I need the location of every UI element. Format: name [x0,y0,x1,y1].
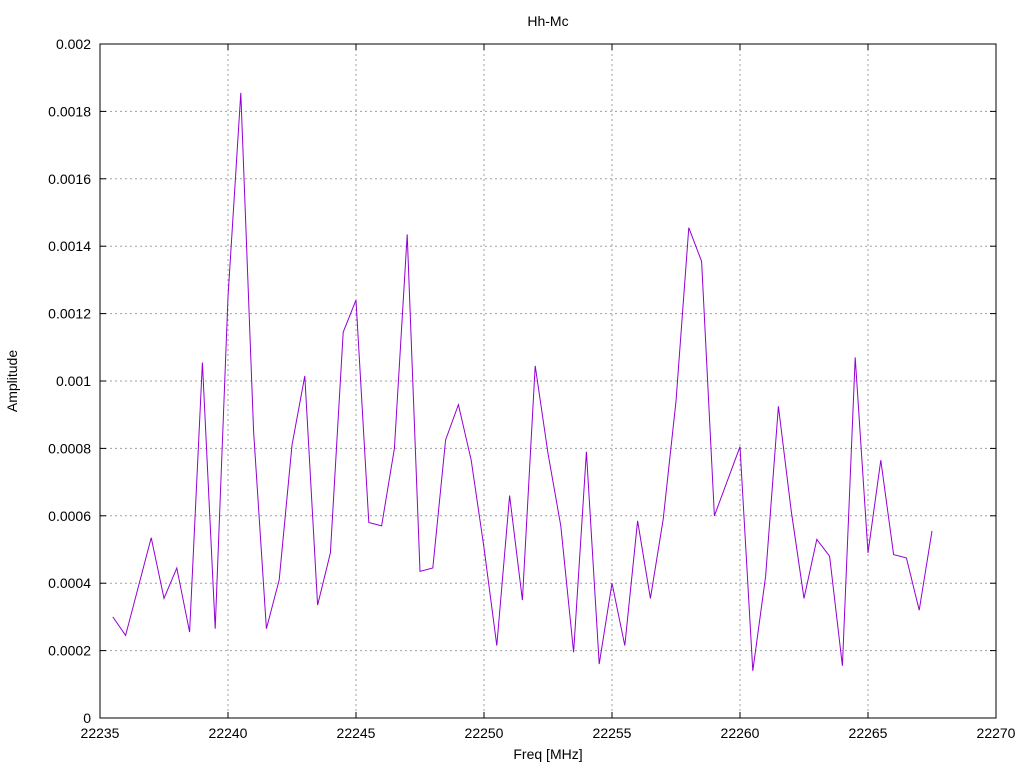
y-tick-label: 0.002 [56,36,91,52]
x-tick-label: 22260 [721,725,760,741]
y-tick-label: 0.0012 [48,306,91,322]
ticks: 22235 22240 22245 22250 22255 22260 22265 22270… [48,36,1016,741]
x-tick-label: 22255 [593,725,632,741]
y-tick-label: 0.0016 [48,171,91,187]
grid [100,44,996,718]
y-tick-label: 0.0002 [48,643,91,659]
x-tick-label: 22240 [209,725,248,741]
y-tick-label: 0.0004 [48,575,91,591]
x-tick-label: 22265 [849,725,888,741]
y-axis-label: Amplitude [4,350,20,412]
line-chart: 22235 22240 22245 22250 22255 22260 22265 22270… [4,13,1016,762]
y-tick-label: 0.0018 [48,103,91,119]
x-tick-label: 22270 [977,725,1016,741]
x-axis-label: Freq [MHz] [513,746,582,762]
y-tick-label: 0.0014 [48,238,91,254]
x-tick-label: 22235 [81,725,120,741]
x-tick-label: 22250 [465,725,504,741]
y-tick-label: 0 [83,710,91,726]
y-tick-label: 0.001 [56,373,91,389]
y-tick-label: 0.0008 [48,440,91,456]
chart-title: Hh-Mc [527,13,568,29]
x-tick-label: 22245 [337,725,376,741]
y-tick-label: 0.0006 [48,508,91,524]
series-line [112,92,933,671]
